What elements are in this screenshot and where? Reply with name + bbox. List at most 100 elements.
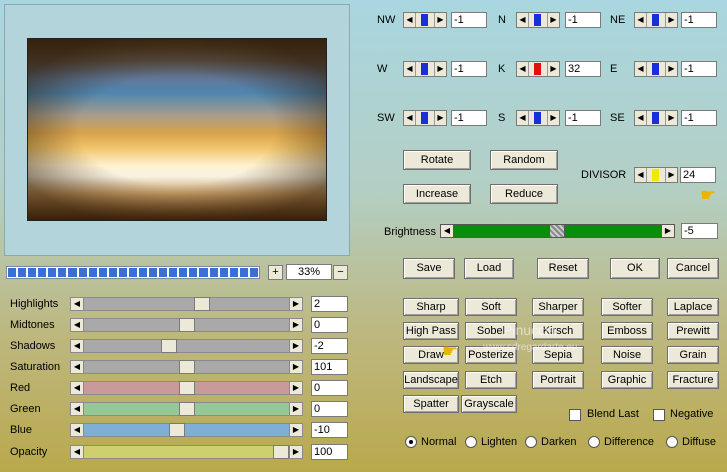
slider-thumb[interactable] <box>178 402 195 416</box>
arrow-left-icon[interactable]: ◀ <box>71 319 84 331</box>
filter-button[interactable]: Portrait <box>532 371 584 389</box>
divisor-spinner[interactable]: ◀ ▶ <box>634 167 678 183</box>
slider-thumb[interactable] <box>178 318 195 332</box>
matrix-spinner[interactable]: ◀ ▶ <box>516 61 560 77</box>
zoom-out-button[interactable]: − <box>333 265 348 280</box>
arrow-right-icon[interactable]: ▶ <box>434 13 446 27</box>
matrix-value-input[interactable]: -1 <box>681 61 717 77</box>
brightness-slider[interactable]: ◀ ▶ <box>440 224 675 238</box>
filter-button[interactable]: Graphic <box>601 371 653 389</box>
filter-button[interactable]: Emboss <box>601 322 653 340</box>
matrix-spinner[interactable]: ◀ ▶ <box>516 12 560 28</box>
matrix-spinner[interactable]: ◀ ▶ <box>403 12 447 28</box>
arrow-right-icon[interactable]: ▶ <box>665 168 677 182</box>
arrow-right-icon[interactable]: ▶ <box>665 62 677 76</box>
arrow-left-icon[interactable]: ◀ <box>635 13 647 27</box>
rotate-button[interactable]: Rotate <box>403 150 471 170</box>
slider-thumb[interactable] <box>169 423 186 437</box>
arrow-right-icon[interactable]: ▶ <box>289 382 302 394</box>
slider-thumb[interactable] <box>178 360 195 374</box>
slider-thumb[interactable] <box>193 297 210 311</box>
arrow-right-icon[interactable]: ▶ <box>665 111 677 125</box>
negative-checkbox[interactable] <box>653 409 665 421</box>
mode-radio[interactable] <box>588 436 600 448</box>
slider-value-input[interactable]: -10 <box>311 422 348 438</box>
matrix-spinner[interactable]: ◀ ▶ <box>634 61 678 77</box>
filter-button[interactable]: Noise <box>601 346 653 364</box>
arrow-right-icon[interactable]: ▶ <box>547 62 559 76</box>
arrow-left-icon[interactable]: ◀ <box>71 382 84 394</box>
slider-thumb[interactable] <box>178 381 195 395</box>
slider-track[interactable]: ◀ ▶ <box>70 402 303 416</box>
cancel-button[interactable]: Cancel <box>667 258 719 279</box>
arrow-left-icon[interactable]: ◀ <box>635 62 647 76</box>
arrow-left-icon[interactable]: ◀ <box>71 403 84 415</box>
arrow-right-icon[interactable]: ▶ <box>289 340 302 352</box>
matrix-spinner[interactable]: ◀ ▶ <box>403 110 447 126</box>
matrix-spinner[interactable]: ◀ ▶ <box>516 110 560 126</box>
arrow-left-icon[interactable]: ◀ <box>71 446 84 458</box>
arrow-right-icon[interactable]: ▶ <box>289 298 302 310</box>
arrow-left-icon[interactable]: ◀ <box>404 13 416 27</box>
mode-radio[interactable] <box>525 436 537 448</box>
mode-radio[interactable] <box>465 436 477 448</box>
matrix-value-input[interactable]: -1 <box>681 12 717 28</box>
arrow-left-icon[interactable]: ◀ <box>71 298 84 310</box>
filter-button[interactable]: Grain <box>667 346 719 364</box>
filter-button[interactable]: Softer <box>601 298 653 316</box>
random-button[interactable]: Random <box>490 150 558 170</box>
arrow-right-icon[interactable]: ▶ <box>289 424 302 436</box>
matrix-spinner[interactable]: ◀ ▶ <box>403 61 447 77</box>
divisor-input[interactable]: 24 <box>680 167 716 183</box>
arrow-left-icon[interactable]: ◀ <box>517 62 529 76</box>
slider-value-input[interactable]: 0 <box>311 401 348 417</box>
matrix-spinner[interactable]: ◀ ▶ <box>634 110 678 126</box>
slider-thumb[interactable] <box>161 339 178 353</box>
arrow-right-icon[interactable]: ▶ <box>289 446 302 458</box>
arrow-left-icon[interactable]: ◀ <box>71 340 84 352</box>
arrow-right-icon[interactable]: ▶ <box>289 403 302 415</box>
arrow-left-icon[interactable]: ◀ <box>441 225 453 237</box>
save-button[interactable]: Save <box>403 258 455 279</box>
reset-button[interactable]: Reset <box>537 258 589 279</box>
slider-track[interactable]: ◀ ▶ <box>70 423 303 437</box>
slider-value-input[interactable]: 2 <box>311 296 348 312</box>
slider-track[interactable]: ◀ ▶ <box>70 339 303 353</box>
filter-button[interactable]: Prewitt <box>667 322 719 340</box>
arrow-left-icon[interactable]: ◀ <box>517 13 529 27</box>
matrix-value-input[interactable]: -1 <box>565 12 601 28</box>
slider-track[interactable]: ◀ ▶ <box>70 297 303 311</box>
blend-last-checkbox[interactable] <box>569 409 581 421</box>
load-button[interactable]: Load <box>464 258 514 279</box>
arrow-right-icon[interactable]: ▶ <box>662 225 674 237</box>
arrow-right-icon[interactable]: ▶ <box>547 111 559 125</box>
zoom-in-button[interactable]: + <box>268 265 283 280</box>
slider-value-input[interactable]: 100 <box>311 444 348 460</box>
ok-button[interactable]: OK <box>610 258 660 279</box>
arrow-right-icon[interactable]: ▶ <box>289 319 302 331</box>
filter-button[interactable]: Grayscale <box>461 395 517 413</box>
arrow-left-icon[interactable]: ◀ <box>404 111 416 125</box>
arrow-right-icon[interactable]: ▶ <box>434 111 446 125</box>
filter-button[interactable]: High Pass <box>403 322 459 340</box>
arrow-right-icon[interactable]: ▶ <box>665 13 677 27</box>
arrow-left-icon[interactable]: ◀ <box>635 111 647 125</box>
arrow-right-icon[interactable]: ▶ <box>547 13 559 27</box>
filter-button[interactable]: Sharper <box>532 298 584 316</box>
matrix-value-input[interactable]: -1 <box>565 110 601 126</box>
matrix-spinner[interactable]: ◀ ▶ <box>634 12 678 28</box>
matrix-value-input[interactable]: 32 <box>565 61 601 77</box>
slider-track[interactable]: ◀ ▶ <box>70 381 303 395</box>
matrix-value-input[interactable]: -1 <box>451 110 487 126</box>
arrow-right-icon[interactable]: ▶ <box>289 361 302 373</box>
matrix-value-input[interactable]: -1 <box>681 110 717 126</box>
filter-button[interactable]: Laplace <box>667 298 719 316</box>
slider-value-input[interactable]: -2 <box>311 338 348 354</box>
filter-button[interactable]: Sharp <box>403 298 459 316</box>
matrix-value-input[interactable]: -1 <box>451 12 487 28</box>
arrow-left-icon[interactable]: ◀ <box>517 111 529 125</box>
arrow-left-icon[interactable]: ◀ <box>71 424 84 436</box>
arrow-left-icon[interactable]: ◀ <box>404 62 416 76</box>
slider-value-input[interactable]: 0 <box>311 380 348 396</box>
matrix-value-input[interactable]: -1 <box>451 61 487 77</box>
